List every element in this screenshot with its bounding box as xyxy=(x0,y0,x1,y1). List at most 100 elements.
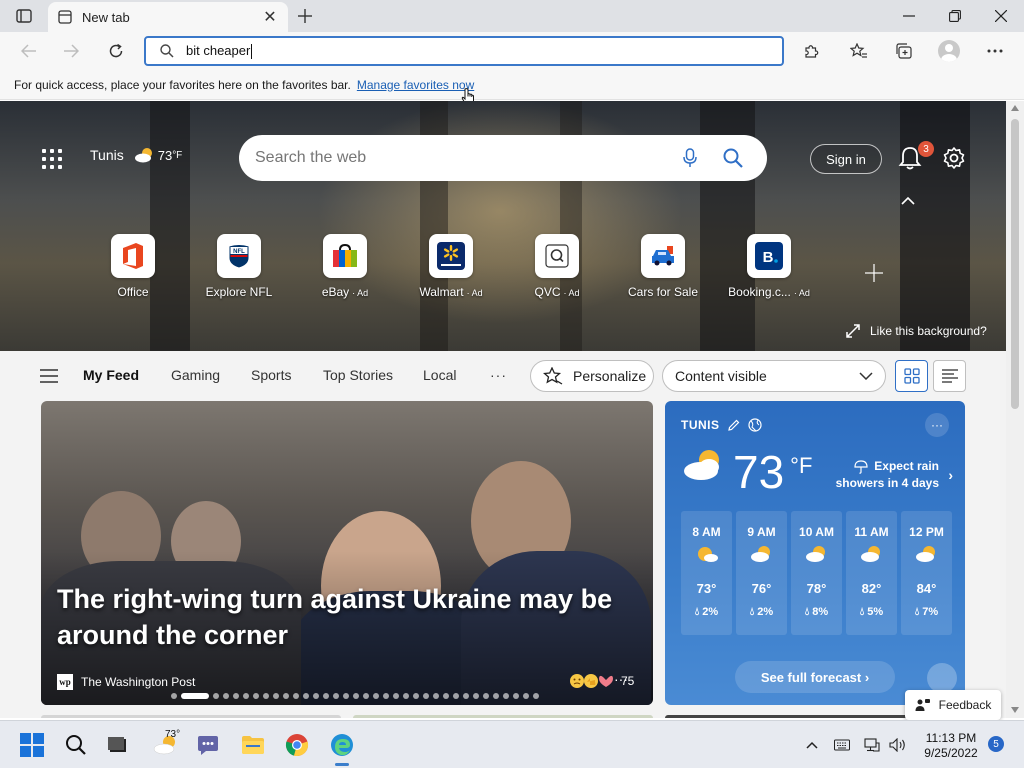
quick-link-office[interactable]: Office xyxy=(80,234,186,299)
tile-label: QVC xyxy=(534,285,561,299)
current-temp: 73 xyxy=(733,446,785,498)
volume-icon[interactable] xyxy=(884,729,912,761)
clock-date: 9/25/2022 xyxy=(924,746,978,760)
ad-label: · Ad xyxy=(352,288,369,298)
collections-button[interactable] xyxy=(889,36,919,66)
tab-top-stories[interactable]: Top Stories xyxy=(323,367,393,383)
featured-story-card[interactable]: The right-wing turn against Ukraine may … xyxy=(41,401,653,705)
network-icon[interactable] xyxy=(858,729,886,761)
minimize-button[interactable] xyxy=(886,0,932,32)
address-input[interactable]: bit cheaper xyxy=(186,43,253,60)
file-explorer-button[interactable] xyxy=(237,729,269,761)
weather-assistant-icon[interactable] xyxy=(927,663,957,693)
more-tabs-button[interactable]: ··· xyxy=(490,367,507,383)
web-search-box[interactable]: Search the web xyxy=(239,135,767,181)
like-background-button[interactable]: Like this background? xyxy=(846,324,987,338)
tab-sports[interactable]: Sports xyxy=(251,367,291,383)
profile-avatar[interactable] xyxy=(938,40,960,62)
hamburger-menu-icon[interactable] xyxy=(40,369,58,383)
restore-button[interactable] xyxy=(932,0,978,32)
quick-link-walmart[interactable]: Walmart · Ad xyxy=(398,234,504,299)
chevron-up-icon[interactable] xyxy=(900,195,916,207)
sign-in-button[interactable]: Sign in xyxy=(810,144,882,174)
page-scrollbar[interactable] xyxy=(1006,101,1024,718)
quick-link-explore-nfl[interactable]: NFL Explore NFL xyxy=(186,234,292,299)
hero-temp: 73 xyxy=(157,147,173,163)
ad-label: · Ad xyxy=(563,288,580,298)
grid-view-button[interactable] xyxy=(895,360,928,392)
partly-cloudy-icon xyxy=(901,539,952,569)
settings-and-more-button[interactable] xyxy=(980,36,1010,66)
quick-link-qvc[interactable]: QVC · Ad xyxy=(504,234,610,299)
address-bar[interactable]: bit cheaper xyxy=(144,36,784,66)
app-launcher-icon[interactable] xyxy=(42,149,62,169)
keyboard-icon[interactable] xyxy=(828,729,856,761)
chrome-button[interactable] xyxy=(281,729,313,761)
tab-actions-button[interactable] xyxy=(8,6,40,26)
close-tab-icon[interactable]: ✕ xyxy=(262,9,278,26)
feedback-person-icon xyxy=(915,699,930,711)
task-view-button[interactable] xyxy=(102,729,134,761)
microphone-icon[interactable] xyxy=(683,148,697,168)
hour-forecast[interactable]: 12 PM 84° 💧︎ 7% xyxy=(901,511,952,635)
web-search-input[interactable]: Search the web xyxy=(255,149,683,167)
page-settings-gear-icon[interactable] xyxy=(942,146,966,170)
refresh-button[interactable] xyxy=(101,36,131,66)
globe-icon[interactable] xyxy=(747,418,762,432)
hour-time: 9 AM xyxy=(747,525,776,539)
taskbar-clock[interactable]: 11:13 PM 9/25/2022 xyxy=(916,731,986,761)
scroll-up-icon[interactable] xyxy=(1011,105,1019,111)
hour-forecast[interactable]: 11 AM 82° 💧︎ 5% xyxy=(846,511,897,635)
new-tab-button[interactable] xyxy=(292,4,318,28)
weather-location[interactable]: TUNIS xyxy=(681,418,762,432)
edit-pencil-icon[interactable] xyxy=(727,419,740,431)
chrome-icon xyxy=(285,734,309,757)
close-window-button[interactable] xyxy=(978,0,1024,32)
content-visibility-dropdown[interactable]: Content visible xyxy=(662,360,886,392)
favorites-button[interactable] xyxy=(844,36,874,66)
partly-cloudy-icon xyxy=(791,539,842,569)
hero-weather[interactable]: Tunis 73 °F xyxy=(90,147,182,163)
story-headline[interactable]: The right-wing turn against Ukraine may … xyxy=(57,581,637,653)
plus-icon xyxy=(298,9,312,23)
edge-button[interactable] xyxy=(326,729,358,761)
start-button[interactable] xyxy=(16,729,48,761)
hour-forecast[interactable]: 9 AM 76° 💧︎ 2% xyxy=(736,511,787,635)
tab-gaming[interactable]: Gaming xyxy=(171,367,220,383)
notification-center-badge[interactable]: 5 xyxy=(988,736,1004,752)
tab-local[interactable]: Local xyxy=(423,367,456,383)
list-view-button[interactable] xyxy=(933,360,966,392)
story-source[interactable]: wp The Washington Post xyxy=(57,674,195,690)
hour-forecast[interactable]: 8 AM 73° 💧︎ 2% xyxy=(681,511,732,635)
forward-button[interactable] xyxy=(56,36,86,66)
hero-temp-unit: °F xyxy=(172,149,183,161)
taskbar-search-button[interactable] xyxy=(60,729,92,761)
show-hidden-icons-button[interactable] xyxy=(798,729,826,761)
hour-temp: 84° xyxy=(916,581,937,596)
tab-my-feed[interactable]: My Feed xyxy=(83,367,139,383)
back-button[interactable] xyxy=(14,36,44,66)
quick-link-booking[interactable]: B Booking.c... · Ad xyxy=(716,234,822,299)
quick-link-ebay[interactable]: eBay · Ad xyxy=(292,234,398,299)
source-logo: wp xyxy=(57,674,73,690)
scrollbar-thumb[interactable] xyxy=(1011,119,1019,409)
search-icon[interactable] xyxy=(723,148,743,168)
see-full-forecast-button[interactable]: See full forecast › xyxy=(735,661,895,693)
tab-new-tab[interactable]: New tab ✕ xyxy=(48,2,288,32)
chevron-down-icon xyxy=(859,372,873,380)
manage-favorites-link[interactable]: Manage favorites now xyxy=(357,78,474,92)
rain-alert[interactable]: Expect rain showers in 4 days › xyxy=(831,458,953,492)
extensions-button[interactable] xyxy=(796,36,826,66)
personalize-button[interactable]: Personalize xyxy=(530,360,654,392)
windows-taskbar: 73° 11:13 PM 9/25/2022 5 xyxy=(0,720,1024,768)
story-more-button[interactable]: ··· xyxy=(613,671,629,687)
scroll-down-icon[interactable] xyxy=(1011,707,1019,713)
chat-app-button[interactable] xyxy=(192,729,224,761)
feedback-button[interactable]: Feedback xyxy=(905,690,1001,720)
weather-card[interactable]: TUNIS ··· 73 °F Expect rain showers in 4… xyxy=(665,401,965,705)
add-quick-link-button[interactable] xyxy=(862,261,886,285)
weather-more-button[interactable]: ··· xyxy=(925,413,949,437)
quick-link-cars-for-sale[interactable]: Cars for Sale xyxy=(610,234,716,299)
hour-forecast[interactable]: 10 AM 78° 💧︎ 8% xyxy=(791,511,842,635)
search-icon xyxy=(160,44,174,58)
